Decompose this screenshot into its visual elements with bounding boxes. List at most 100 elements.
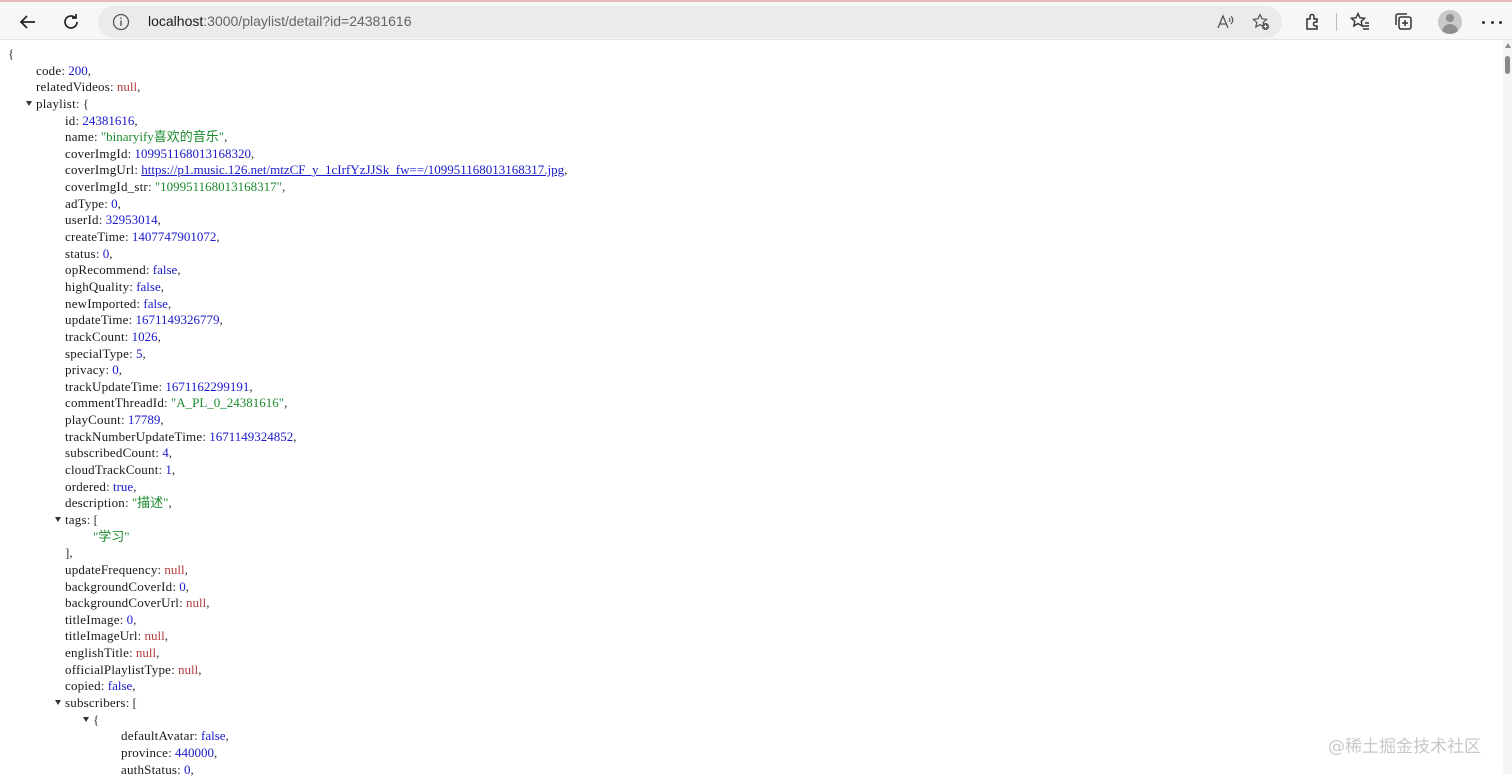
json-key: specialType	[65, 345, 130, 361]
url-host: localhost	[148, 13, 204, 29]
json-value: 1407747901072	[131, 229, 217, 245]
json-line-tags[interactable]: tags: [	[0, 512, 1500, 529]
cover-image-link[interactable]: https://p1.music.126.net/mtzCF_y_1cIrfYz…	[141, 162, 564, 177]
json-key: titleImage	[65, 611, 120, 627]
json-line-userid: userId: 32953014,	[65, 212, 161, 228]
json-line-description: description: "描述",	[65, 495, 172, 511]
json-value: 32953014	[105, 212, 158, 228]
collapse-triangle-icon[interactable]	[55, 699, 61, 705]
json-line-coverimgid: coverImgId: 109951168013168320,	[65, 145, 255, 161]
json-line-specialtype: specialType: 5,	[65, 345, 146, 361]
json-viewer: { code: 200, relatedVideos: null, playli…	[0, 46, 1500, 778]
extensions-icon[interactable]	[1302, 11, 1324, 33]
collections-icon[interactable]	[1393, 11, 1415, 33]
favorites-icon[interactable]	[1349, 11, 1371, 33]
json-value: 1671162299191	[165, 378, 250, 394]
json-value: 109951168013168320	[134, 145, 252, 161]
json-line-backgroundcoverurl: backgroundCoverUrl: null,	[65, 595, 210, 611]
json-key: relatedVideos	[36, 79, 111, 95]
json-line-coverimgid-str: coverImgId_str: "109951168013168317",	[65, 179, 286, 195]
json-value: "描述"	[131, 495, 169, 511]
json-key: cloudTrackCount	[65, 462, 159, 478]
json-value: "A_PL_0_24381616"	[170, 395, 285, 411]
json-line-highquality: highQuality: false,	[65, 278, 164, 294]
json-value: false	[107, 678, 133, 694]
json-key: createTime	[65, 229, 125, 245]
json-value: 440000	[174, 744, 214, 760]
json-line-privacy: privacy: 0,	[65, 362, 123, 378]
json-line-subscribedcount: subscribedCount: 4,	[65, 445, 173, 461]
address-bar[interactable]: localhost:3000/playlist/detail?id=243816…	[98, 6, 1282, 38]
json-line-tracknumberupdatetime: trackNumberUpdateTime: 1671149324852,	[65, 428, 297, 444]
json-key: backgroundCoverUrl	[65, 595, 180, 611]
add-favorite-icon[interactable]	[1252, 13, 1270, 31]
watermark-text: @稀土掘金技术社区	[1328, 737, 1481, 757]
json-line-status: status: 0,	[65, 245, 113, 261]
more-options-icon[interactable]	[1482, 13, 1502, 31]
vertical-scrollbar[interactable]	[1503, 40, 1512, 774]
json-line-trackupdatetime: trackUpdateTime: 1671162299191,	[65, 378, 253, 394]
json-line-playcount: playCount: 17789,	[65, 412, 164, 428]
json-key: coverImgId	[65, 145, 128, 161]
json-line-newimported: newImported: false,	[65, 295, 172, 311]
json-value: null	[177, 661, 199, 677]
json-line-updatetime: updateTime: 1671149326779,	[65, 312, 223, 328]
json-value: 17789	[127, 412, 161, 428]
json-key: newImported	[65, 295, 137, 311]
arrow-left-icon	[19, 15, 35, 29]
json-value: false	[152, 262, 178, 278]
json-value: false	[136, 278, 161, 294]
back-button[interactable]	[14, 8, 42, 36]
json-value: 200	[68, 62, 88, 78]
scrollbar-thumb[interactable]	[1505, 56, 1510, 74]
collapse-triangle-icon[interactable]	[55, 516, 61, 522]
json-value: null	[185, 595, 207, 611]
json-key: titleImageUrl	[65, 628, 138, 644]
collapse-triangle-icon[interactable]	[26, 100, 32, 106]
json-key: userId	[65, 212, 99, 228]
json-line-relatedvideos: relatedVideos: null,	[36, 79, 141, 95]
refresh-button[interactable]	[57, 8, 85, 36]
json-line-titleimage: titleImage: 0,	[65, 611, 137, 627]
json-line: {	[0, 46, 1500, 63]
json-line-titleimageurl: titleImageUrl: null,	[65, 628, 168, 644]
json-line-oprecommend: opRecommend: false,	[65, 262, 181, 278]
json-line-subscribers[interactable]: subscribers: [	[0, 695, 1500, 712]
json-line-playlist[interactable]: playlist: {	[0, 96, 1500, 113]
json-key: defaultAvatar	[121, 728, 195, 744]
json-value: null	[116, 79, 138, 95]
json-value: "109951168013168317"	[154, 179, 282, 195]
json-line-tag-item: "学习"	[0, 529, 1500, 546]
collapse-triangle-icon[interactable]	[83, 716, 89, 722]
json-value: "学习"	[93, 528, 130, 544]
read-aloud-icon[interactable]	[1216, 13, 1234, 31]
json-value: null	[135, 645, 157, 661]
scroll-up-arrow-icon[interactable]	[1505, 43, 1511, 48]
json-line-copied: copied: false,	[65, 678, 136, 694]
json-value: null	[164, 561, 185, 577]
json-key: privacy	[65, 362, 106, 378]
json-key: adType	[65, 195, 105, 211]
url-text[interactable]: localhost:3000/playlist/detail?id=243816…	[148, 13, 412, 29]
json-key: backgroundCoverId	[65, 578, 173, 594]
json-value: false	[143, 295, 168, 311]
json-line-code: code: 200,	[36, 62, 91, 78]
info-icon[interactable]	[112, 13, 130, 31]
json-line-subscriber-open[interactable]: {	[0, 712, 1500, 729]
json-key: playCount	[65, 412, 121, 428]
browser-toolbar: localhost:3000/playlist/detail?id=243816…	[0, 0, 1512, 40]
json-key: trackCount	[65, 328, 125, 344]
json-key: playlist	[36, 95, 76, 111]
json-key: description	[65, 495, 125, 511]
json-key: trackNumberUpdateTime	[65, 428, 203, 444]
profile-avatar[interactable]	[1438, 10, 1462, 34]
json-value: "binaryify喜欢的音乐"	[100, 129, 225, 145]
url-path: :3000/playlist/detail?id=24381616	[203, 13, 412, 29]
json-key: name	[65, 129, 94, 145]
refresh-icon	[64, 14, 78, 29]
json-value: true	[112, 478, 134, 494]
json-line-updatefrequency: updateFrequency: null,	[65, 561, 188, 577]
json-line-trackcount: trackCount: 1026,	[65, 328, 161, 344]
json-line-createtime: createTime: 1407747901072,	[65, 229, 220, 245]
json-line-adtype: adType: 0,	[65, 195, 121, 211]
